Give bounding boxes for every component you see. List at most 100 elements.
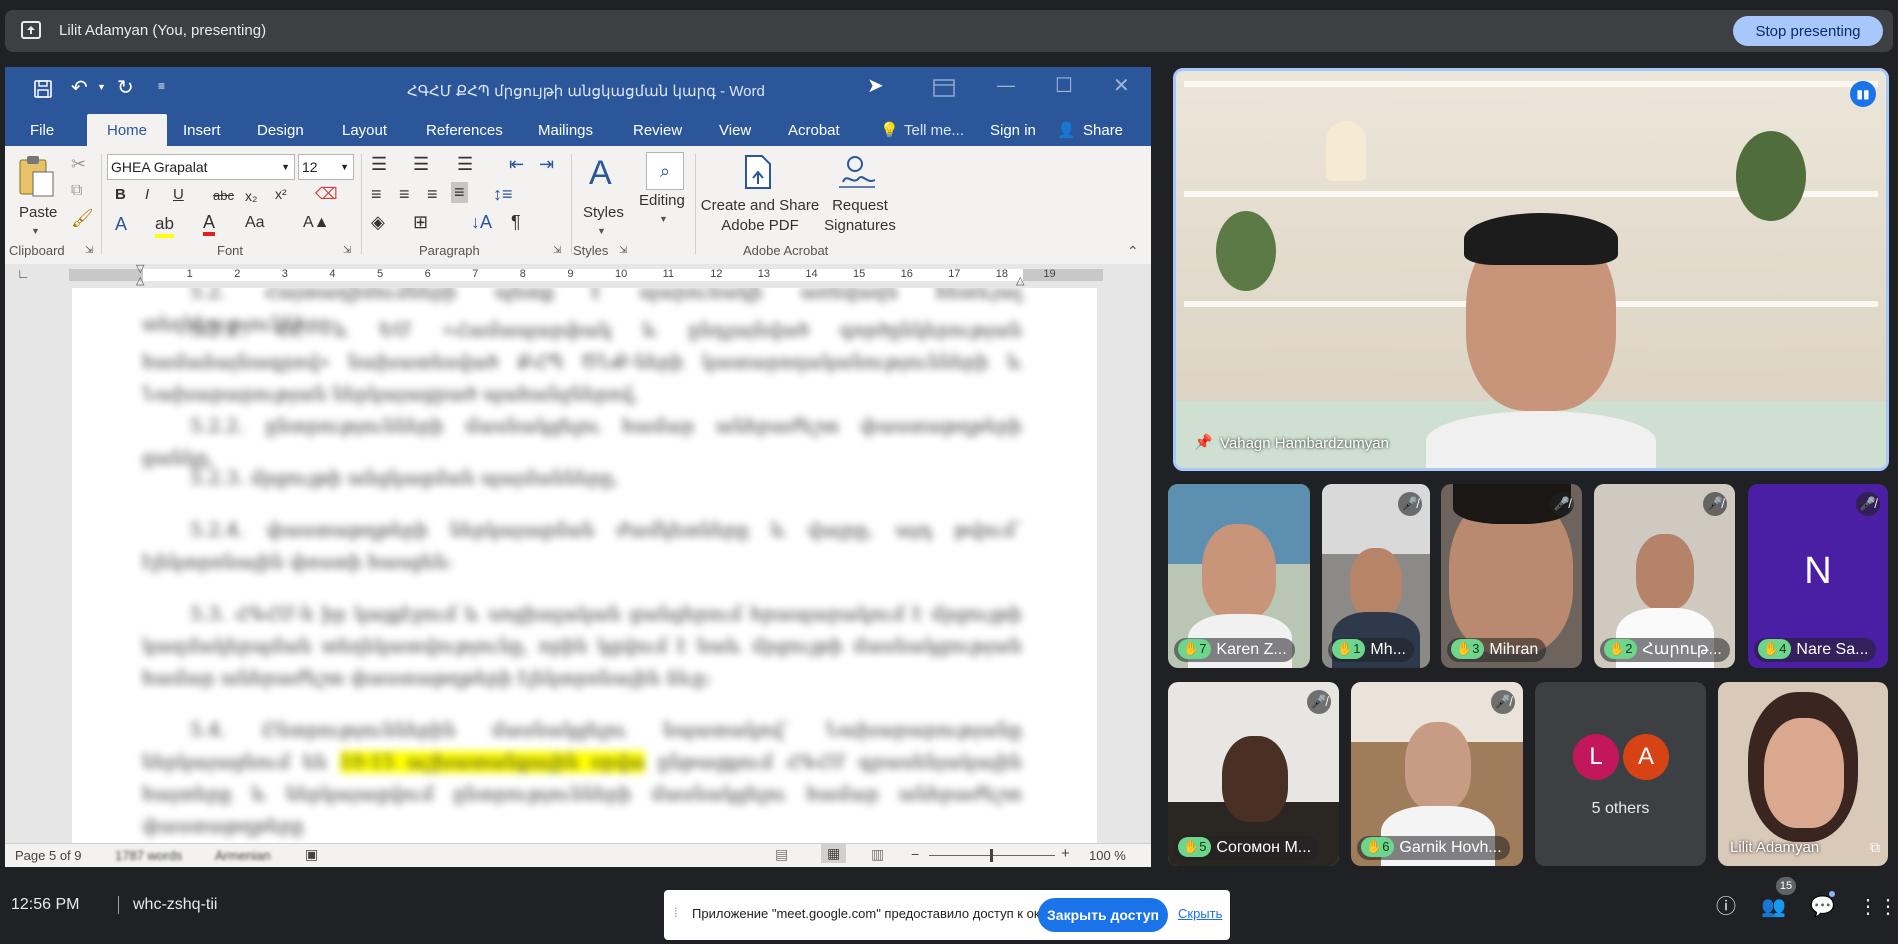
- zoom-level[interactable]: 100 %: [1089, 848, 1126, 863]
- styles-dropdown-icon[interactable]: ▼: [597, 226, 606, 236]
- align-center-icon[interactable]: ≡: [399, 184, 410, 205]
- maximize-icon[interactable]: ☐: [1055, 73, 1073, 98]
- show-formatting-marks-icon[interactable]: ¶: [511, 212, 521, 233]
- tab-design[interactable]: Design: [257, 114, 304, 146]
- activities-grid-icon[interactable]: ⋮⋮: [1858, 895, 1898, 919]
- zoom-out-icon[interactable]: −: [911, 846, 919, 862]
- customize-toolbar-icon[interactable]: ≡: [158, 79, 165, 93]
- tab-home[interactable]: Home: [87, 114, 167, 146]
- italic-icon[interactable]: I: [145, 186, 149, 203]
- tile-participant[interactable]: 🎤̸ ✋1 Mh...: [1322, 484, 1430, 668]
- styles-button[interactable]: Styles: [583, 204, 624, 221]
- tab-review[interactable]: Review: [633, 114, 682, 146]
- cut-icon[interactable]: ✂: [71, 154, 86, 175]
- minimize-icon[interactable]: —: [997, 75, 1015, 96]
- create-share-pdf-button[interactable]: Create and Share Adobe PDF: [697, 196, 823, 236]
- decrease-indent-icon[interactable]: ⇤: [509, 154, 524, 175]
- share-button[interactable]: Share: [1083, 114, 1123, 146]
- sign-in-link[interactable]: Sign in: [990, 114, 1036, 146]
- line-spacing-icon[interactable]: ↕≡: [493, 184, 513, 205]
- underline-icon[interactable]: U: [173, 186, 184, 203]
- search-icon[interactable]: ⌕: [646, 152, 684, 190]
- bold-icon[interactable]: B: [115, 186, 126, 203]
- collapse-ribbon-icon[interactable]: ⌃: [1127, 243, 1139, 260]
- chat-icon[interactable]: 💬: [1810, 895, 1835, 919]
- stop-presenting-button[interactable]: Stop presenting: [1733, 16, 1883, 46]
- tile-participant[interactable]: N 🎤̸ ✋4 Nare Sa...: [1748, 484, 1888, 668]
- close-access-button[interactable]: Закрыть доступ: [1038, 898, 1168, 932]
- paste-icon[interactable]: [17, 154, 55, 198]
- read-mode-icon[interactable]: ▤: [775, 846, 788, 863]
- format-painter-icon[interactable]: 🖌: [71, 208, 94, 229]
- self-view-icon[interactable]: ⧉: [1870, 839, 1880, 856]
- font-size-select[interactable]: 12 ▼: [298, 154, 354, 180]
- editing-dropdown-icon[interactable]: ▼: [659, 214, 668, 224]
- tab-file[interactable]: File: [30, 114, 54, 146]
- page-count[interactable]: Page 5 of 9: [15, 848, 82, 863]
- close-window-icon[interactable]: ✕: [1113, 73, 1130, 98]
- save-icon[interactable]: [33, 79, 53, 99]
- tile-others[interactable]: L A 5 others: [1535, 682, 1706, 866]
- tile-participant[interactable]: 🎤̸ ✋5 Согомон М...: [1168, 682, 1339, 866]
- borders-icon[interactable]: ⊞: [413, 212, 428, 233]
- request-signatures-button[interactable]: Request Signatures: [817, 196, 903, 236]
- right-indent-marker[interactable]: △: [1016, 274, 1024, 287]
- people-icon[interactable]: 👥: [1761, 895, 1786, 919]
- undo-icon[interactable]: ↶: [71, 75, 88, 100]
- left-indent-marker[interactable]: △: [136, 274, 144, 287]
- zoom-slider-thumb[interactable]: [990, 849, 993, 862]
- tab-mailings[interactable]: Mailings: [538, 114, 593, 146]
- tile-participant[interactable]: ✋7 Karen Z...: [1168, 484, 1310, 668]
- paragraph-launcher-icon[interactable]: ⇲: [553, 245, 561, 256]
- editing-button[interactable]: Editing: [639, 192, 685, 209]
- font-name-select[interactable]: GHEA Grapalat ▼: [107, 154, 295, 180]
- tab-view[interactable]: View: [719, 114, 751, 146]
- language-indicator[interactable]: Armenian: [215, 848, 271, 863]
- undo-dropdown-icon[interactable]: ▼: [97, 82, 106, 92]
- document-page[interactable]: 5.2. Հայտադիմումների պետք է պարունակի առ…: [72, 288, 1097, 843]
- sort-icon[interactable]: ↓A: [471, 212, 492, 233]
- tab-insert[interactable]: Insert: [183, 114, 221, 146]
- tab-acrobat[interactable]: Acrobat: [788, 114, 840, 146]
- highlight-color-icon[interactable]: ab: [155, 214, 174, 238]
- align-left-icon[interactable]: ≡: [371, 184, 382, 205]
- tab-selector-icon[interactable]: ∟: [17, 266, 30, 281]
- clear-formatting-icon[interactable]: ⌫: [315, 184, 338, 204]
- align-right-icon[interactable]: ≡: [427, 184, 438, 205]
- tile-self[interactable]: ⧉ Lilit Adamyan: [1718, 682, 1888, 866]
- multilevel-list-icon[interactable]: ☰: [457, 154, 473, 175]
- text-effects-icon[interactable]: A: [115, 214, 127, 235]
- copy-icon[interactable]: ⧉: [71, 182, 82, 200]
- tile-participant[interactable]: 🎤̸ ✋2 Հարութ...: [1594, 484, 1735, 668]
- justify-icon[interactable]: ≡: [451, 182, 468, 203]
- styles-icon[interactable]: A: [589, 154, 612, 193]
- paste-dropdown-icon[interactable]: ▼: [31, 226, 40, 236]
- font-color-icon[interactable]: A: [203, 212, 216, 236]
- grow-font-icon[interactable]: A▲: [303, 214, 330, 232]
- tile-participant[interactable]: 🎤̸ ✋6 Garnik Hovh...: [1351, 682, 1523, 866]
- shading-icon[interactable]: ◈: [371, 212, 385, 233]
- word-count[interactable]: 1787 words: [115, 848, 182, 863]
- pin-icon[interactable]: 📌: [1194, 433, 1213, 451]
- ribbon-display-options-icon[interactable]: [933, 79, 955, 97]
- change-case-icon[interactable]: Aa: [245, 214, 265, 232]
- meeting-info-icon[interactable]: ⓘ: [1714, 895, 1738, 919]
- print-layout-icon[interactable]: ▦: [821, 844, 847, 863]
- bullets-icon[interactable]: ☰: [371, 154, 387, 175]
- superscript-icon[interactable]: x²: [275, 186, 287, 202]
- subscript-icon[interactable]: x₂: [245, 188, 257, 204]
- tell-me-search[interactable]: Tell me...: [904, 114, 964, 146]
- drag-handle-icon[interactable]: ⁞: [674, 905, 678, 920]
- font-launcher-icon[interactable]: ⇲: [343, 245, 351, 256]
- strikethrough-icon[interactable]: abc: [213, 188, 234, 203]
- redo-icon[interactable]: ↻: [117, 75, 134, 100]
- tile-participant[interactable]: 🎤̸ ✋3 Mihran: [1441, 484, 1582, 668]
- tab-references[interactable]: References: [426, 114, 503, 146]
- zoom-in-icon[interactable]: +: [1061, 845, 1070, 862]
- web-layout-icon[interactable]: ▥: [871, 846, 884, 863]
- paste-button[interactable]: Paste: [19, 204, 57, 221]
- hide-link[interactable]: Скрыть: [1178, 906, 1222, 921]
- proofing-icon[interactable]: ▣: [305, 846, 318, 863]
- numbering-icon[interactable]: ☰: [413, 154, 429, 175]
- clipboard-launcher-icon[interactable]: ⇲: [85, 245, 93, 256]
